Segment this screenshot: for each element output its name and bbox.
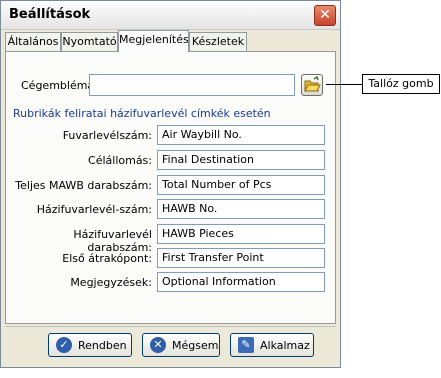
- ok-button[interactable]: ✓ Rendben: [48, 333, 132, 357]
- pen-icon: ✎: [238, 337, 254, 353]
- title-bar: Beállítások ✕: [1, 1, 340, 30]
- cancel-button[interactable]: ✕ Mégsem: [142, 333, 220, 357]
- section-title: Rubrikák feliratai házifuvarlevél címkék…: [13, 107, 271, 120]
- first-transfer-input[interactable]: First Transfer Point: [157, 248, 325, 268]
- apply-button-label: Alkalmaz: [260, 339, 310, 352]
- destination-label: Célállomás:: [88, 154, 152, 167]
- browse-button[interactable]: [301, 74, 323, 96]
- ok-button-label: Rendben: [78, 339, 127, 352]
- hawb-number-input[interactable]: HAWB No.: [157, 199, 325, 219]
- tab-general[interactable]: Általános: [5, 32, 61, 51]
- first-transfer-label: Első átrakópont:: [62, 252, 152, 265]
- check-icon: ✓: [56, 337, 72, 353]
- notes-input[interactable]: Optional Information: [157, 272, 325, 292]
- total-pieces-input[interactable]: Total Number of Pcs: [157, 175, 325, 195]
- cancel-button-label: Mégsem: [172, 339, 219, 352]
- destination-input[interactable]: Final Destination: [157, 150, 325, 170]
- logo-path-input[interactable]: [89, 74, 295, 96]
- callout-connector: [326, 84, 362, 85]
- logo-label: Cégembléma:: [21, 79, 98, 92]
- notes-label: Megjegyzések:: [70, 276, 152, 289]
- hawb-pieces-input[interactable]: HAWB Pieces: [157, 224, 325, 244]
- browse-callout: Tallóz gomb: [362, 74, 440, 94]
- close-button[interactable]: ✕: [314, 5, 336, 26]
- settings-dialog: Beállítások ✕ Általános Nyomtató Megjele…: [0, 0, 341, 368]
- footer-divider: [5, 326, 336, 327]
- window-title: Beállítások: [9, 7, 91, 22]
- total-pieces-label: Teljes MAWB darabszám:: [15, 179, 152, 192]
- cancel-x-icon: ✕: [150, 337, 166, 353]
- awb-number-label: Fuvarlevélszám:: [62, 129, 152, 142]
- apply-button[interactable]: ✎ Alkalmaz: [230, 333, 314, 357]
- tab-printer[interactable]: Nyomtató: [61, 32, 118, 51]
- hawb-pieces-label: Házifuvarlevél darabszám:: [73, 228, 152, 254]
- awb-number-input[interactable]: Air Waybill No.: [157, 125, 325, 145]
- tab-stock[interactable]: Készletek: [189, 32, 247, 51]
- folder-open-icon: [304, 75, 321, 92]
- hawb-number-label: Házifuvarlevél-szám:: [36, 203, 152, 216]
- tab-display[interactable]: Megjelenítés: [118, 30, 189, 52]
